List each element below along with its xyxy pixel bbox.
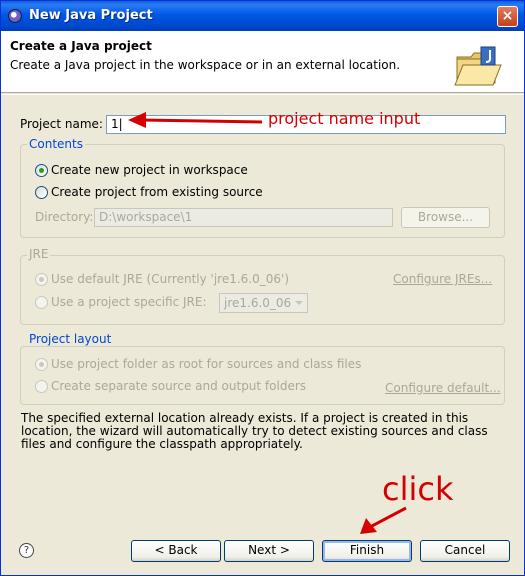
configure-jres-link[interactable]: Configure JREs... [393, 272, 492, 286]
separate-folders-radio[interactable] [35, 380, 48, 393]
folder-as-root-radio[interactable] [35, 358, 48, 371]
wizard-description: Create a Java project in the workspace o… [10, 58, 401, 72]
project-name-label: Project name: [20, 117, 103, 131]
directory-input[interactable]: D:\workspace\1 [94, 208, 393, 227]
project-layout-group [20, 346, 505, 405]
header-separator [1, 94, 524, 95]
info-message: The specified external location already … [21, 411, 488, 451]
project-name-annotation: project name input [268, 109, 421, 128]
next-button[interactable]: Next > [224, 540, 314, 562]
contents-group-label: Contents [27, 137, 85, 151]
configure-default-link[interactable]: Configure default... [385, 381, 501, 395]
window-title: New Java Project [29, 8, 153, 23]
use-default-jre-radio[interactable] [35, 273, 48, 286]
wizard-header: Create a Java project Create a Java proj… [1, 31, 524, 93]
jre-group [20, 255, 505, 325]
directory-label: Directory: [35, 210, 94, 224]
browse-button[interactable]: Browse... [401, 207, 490, 228]
help-icon[interactable]: ? [19, 543, 34, 558]
jre-select[interactable]: jre1.6.0_06 [219, 293, 308, 313]
back-button[interactable]: < Back [131, 540, 221, 562]
eclipse-icon [8, 9, 22, 23]
java-folder-icon [454, 46, 502, 86]
create-new-project-label: Create new project in workspace [51, 163, 248, 177]
separate-folders-label: Create separate source and output folder… [51, 379, 307, 393]
create-new-project-radio[interactable] [35, 164, 48, 177]
cancel-button[interactable]: Cancel [420, 540, 510, 562]
jre-select-value: jre1.6.0_06 [224, 296, 292, 310]
project-layout-group-label: Project layout [27, 332, 114, 346]
chevron-down-icon [291, 295, 306, 311]
title-bar[interactable]: New Java Project × [1, 1, 524, 31]
close-button[interactable]: × [497, 6, 518, 27]
folder-as-root-label: Use project folder as root for sources a… [51, 357, 362, 371]
use-specific-jre-label: Use a project specific JRE: [51, 295, 207, 309]
wizard-title: Create a Java project [10, 39, 152, 53]
create-from-existing-radio[interactable] [35, 186, 48, 199]
create-from-existing-label: Create project from existing source [51, 185, 263, 199]
use-specific-jre-radio[interactable] [35, 296, 48, 309]
jre-group-label: JRE [27, 247, 51, 261]
finish-button[interactable]: Finish [322, 540, 412, 562]
click-annotation: click [382, 470, 454, 508]
use-default-jre-label: Use default JRE (Currently 'jre1.6.0_06'… [51, 272, 290, 286]
